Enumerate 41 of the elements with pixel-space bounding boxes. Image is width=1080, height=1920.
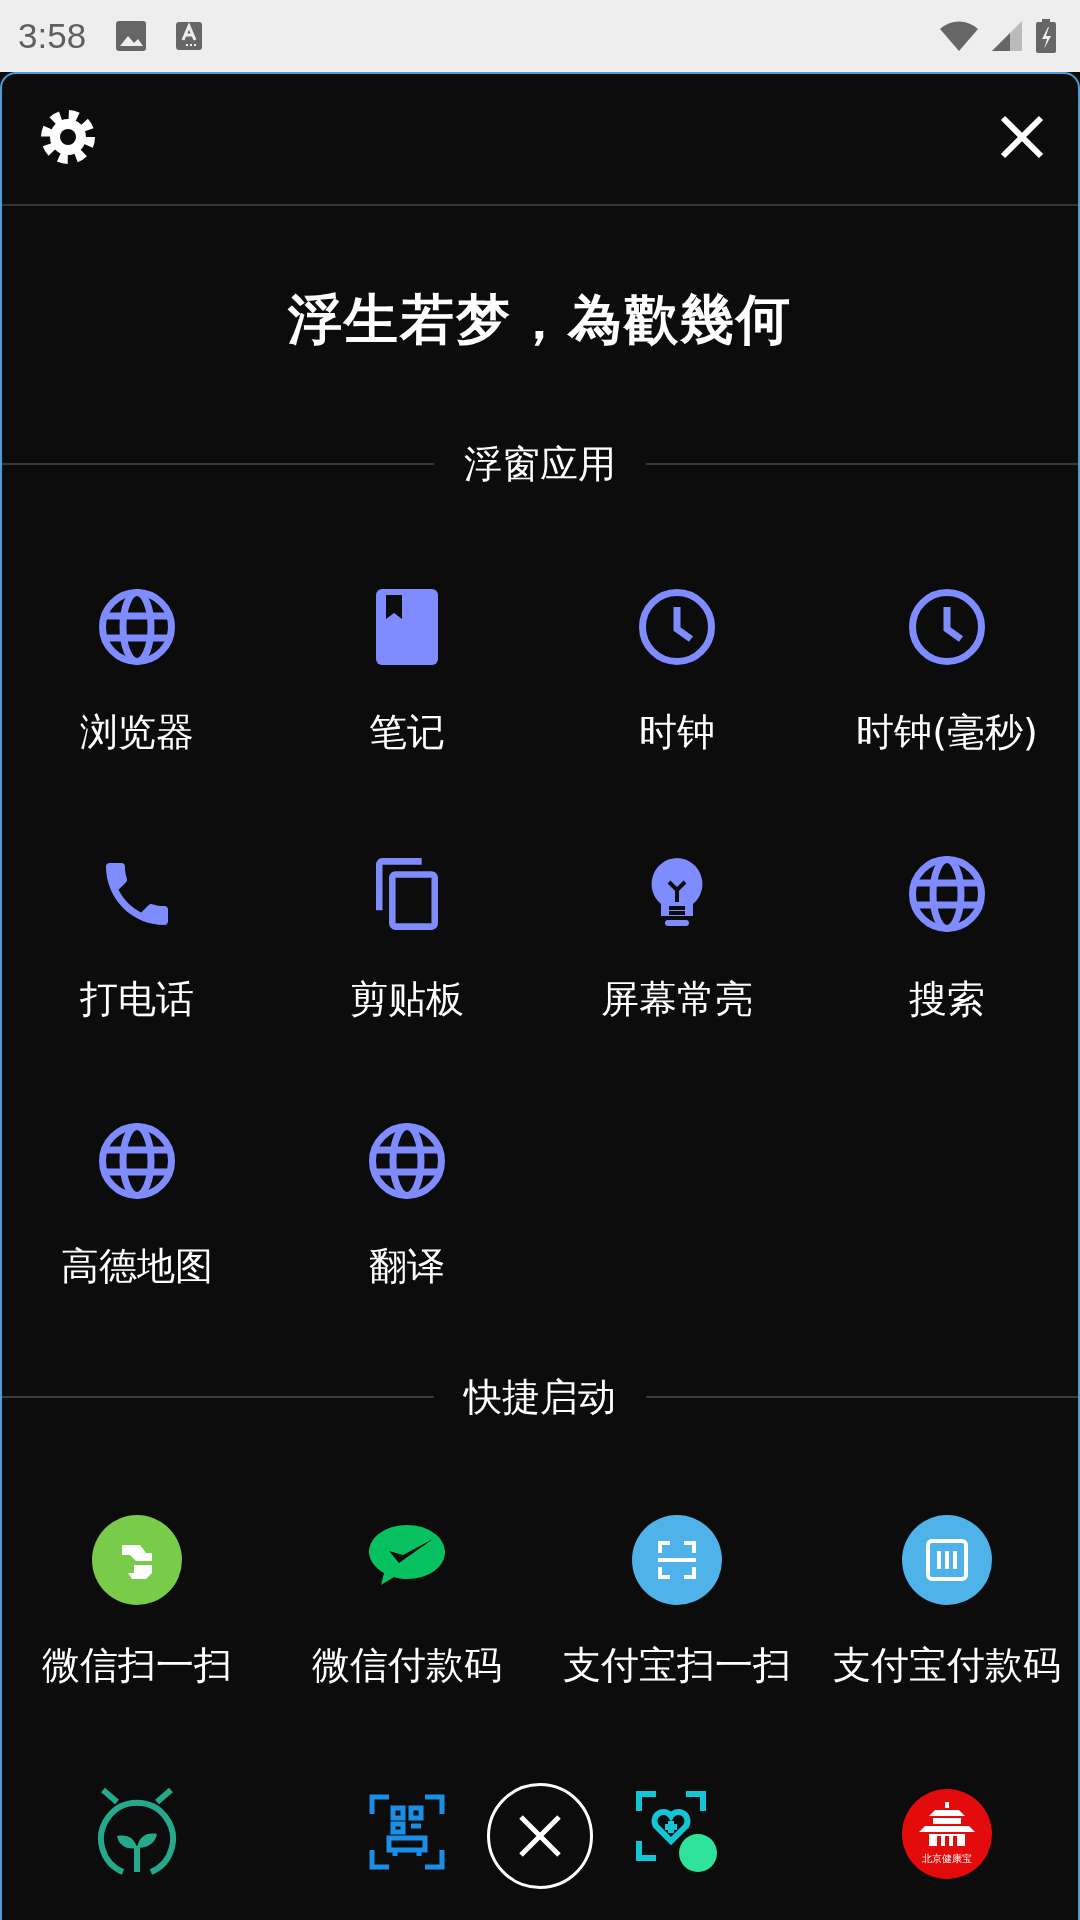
app-shortcut[interactable]: 搜索	[812, 849, 1078, 1024]
clock-icon	[909, 589, 985, 665]
close-icon	[1000, 115, 1044, 159]
app-shortcut[interactable]: 时钟(毫秒)	[812, 582, 1078, 757]
close-icon	[518, 1814, 562, 1858]
signal-icon	[992, 21, 1022, 51]
heart-scan-icon	[636, 1791, 718, 1873]
app-shortcut[interactable]: 微信付款码	[272, 1515, 542, 1690]
chat-bubbles-icon	[92, 1515, 182, 1605]
barcode-card-icon	[902, 1515, 992, 1605]
app-shortcut[interactable]: 支付宝扫一扫	[542, 1515, 812, 1690]
app-shortcut[interactable]: 笔记	[272, 582, 542, 757]
app-shortcut[interactable]: 时钟	[542, 582, 812, 757]
app-shortcut[interactable]: 北京健康宝	[902, 1789, 992, 1879]
app-shortcut[interactable]: 打电话	[2, 849, 272, 1024]
app-shortcut[interactable]: 剪贴板	[272, 849, 542, 1024]
banner-slogan: 浮生若梦，為歡幾何	[288, 285, 792, 353]
image-icon	[116, 21, 147, 51]
wifi-icon	[940, 21, 978, 51]
app-shortcut[interactable]: 浏览器	[2, 582, 272, 757]
globe-icon	[99, 1123, 175, 1199]
phone-icon	[106, 863, 168, 925]
copy-icon	[376, 858, 438, 930]
book-icon	[376, 589, 438, 665]
clock-icon	[639, 589, 715, 665]
globe-icon	[909, 856, 985, 932]
app-shortcut[interactable]: 翻译	[272, 1116, 542, 1291]
battery-icon	[1036, 19, 1056, 53]
globe-icon	[99, 589, 175, 665]
globe-icon	[369, 1123, 445, 1199]
scan-icon	[632, 1515, 722, 1605]
app-shortcut[interactable]: 屏幕常亮	[542, 849, 812, 1024]
app-shortcut[interactable]: 高德地图	[2, 1116, 272, 1291]
settings-icon	[38, 107, 98, 167]
qr-code-icon	[369, 1794, 445, 1870]
section-title: 快捷启动	[462, 1373, 617, 1421]
status-time: 3:58	[18, 16, 87, 56]
app-shortcut[interactable]: 支付宝付款码	[812, 1515, 1078, 1690]
text-icon	[176, 22, 203, 50]
app-shortcut[interactable]: 微信扫一扫	[2, 1515, 272, 1690]
section-title: 浮窗应用	[463, 440, 617, 488]
